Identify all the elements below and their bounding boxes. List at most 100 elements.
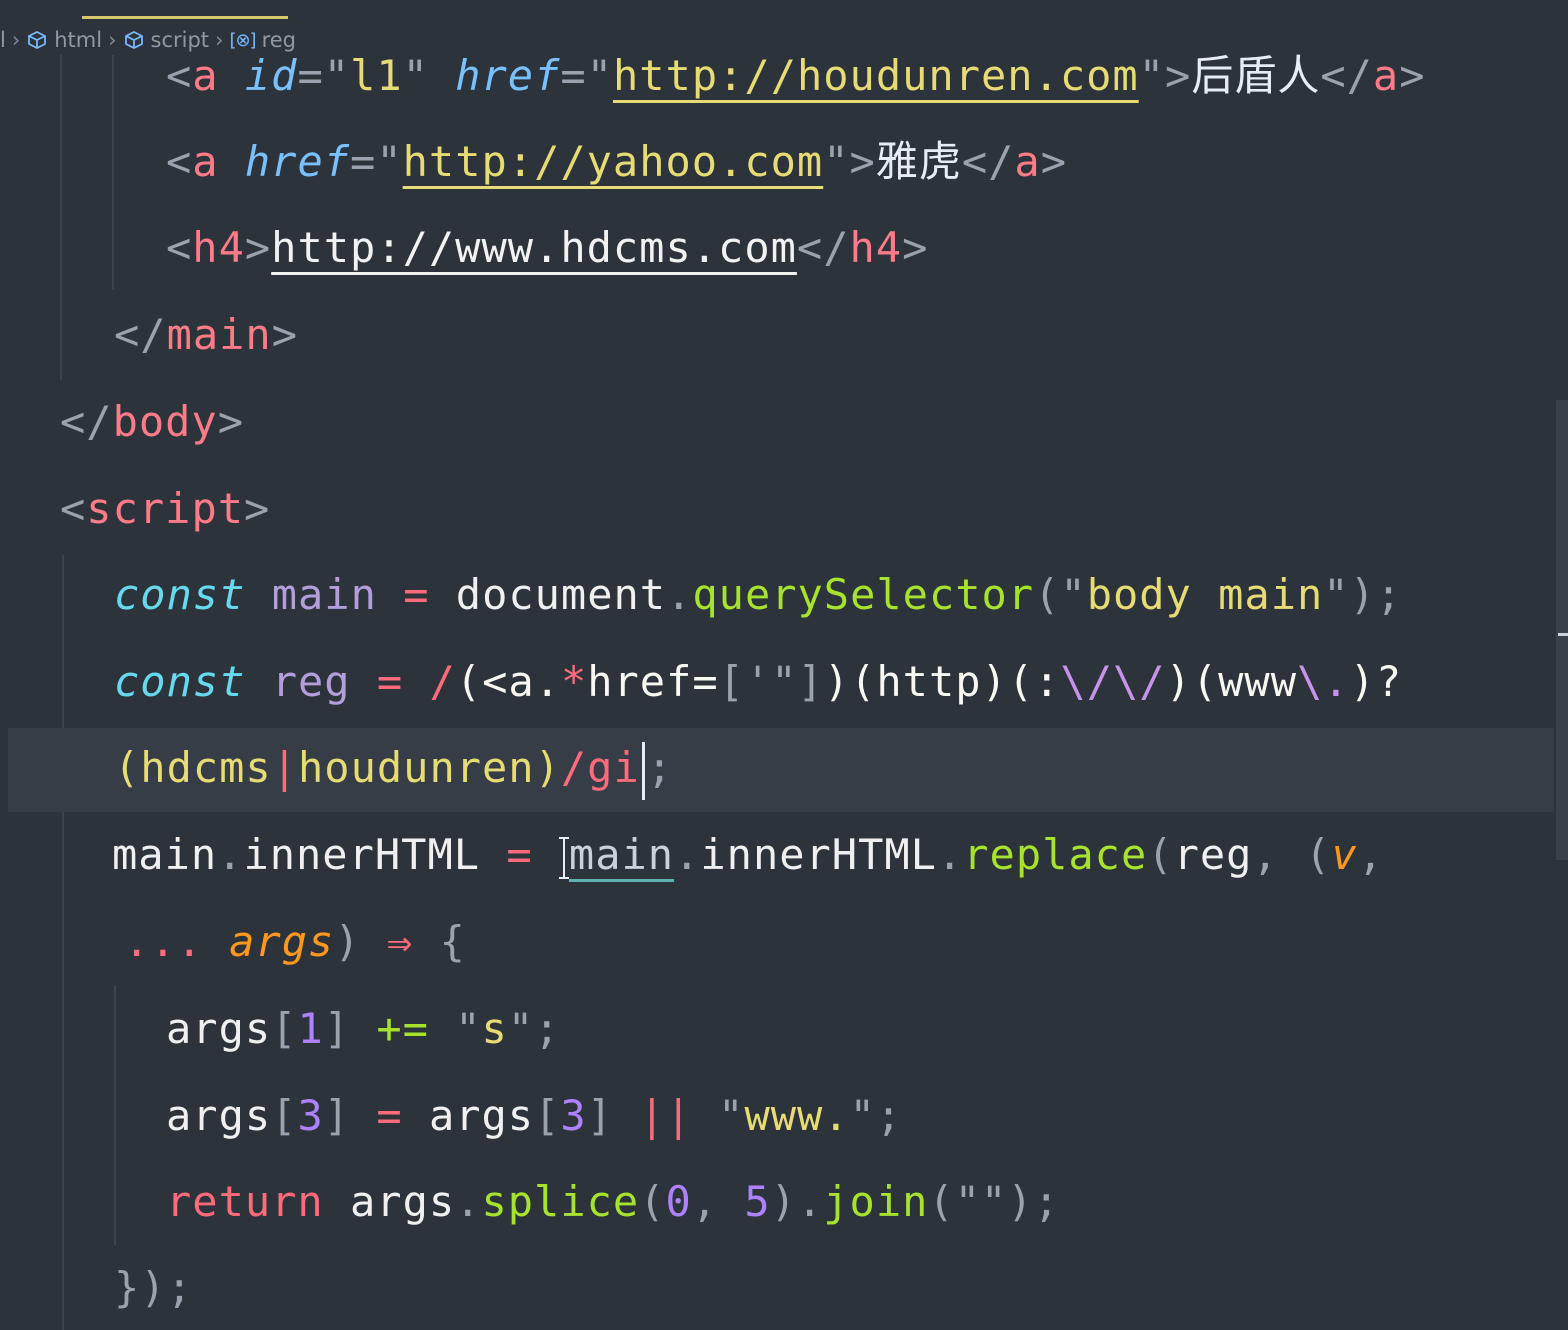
- code-line-6[interactable]: <script>: [60, 479, 270, 539]
- code-line-11[interactable]: ... args) ⇒ {: [124, 912, 466, 972]
- vertical-scrollbar[interactable]: [1556, 400, 1568, 860]
- paren: ): [1007, 1177, 1034, 1226]
- string-literal: "": [954, 1177, 1008, 1226]
- breadcrumb-root[interactable]: l: [0, 28, 6, 52]
- code-editor[interactable]: l › html › script › [⊗] reg <a id="l1" h…: [0, 0, 1568, 1330]
- paren: (: [928, 1177, 955, 1226]
- keyword: const: [114, 657, 246, 706]
- comma: ,: [1252, 830, 1279, 879]
- number: 1: [297, 1004, 324, 1053]
- tag-name: h4: [849, 223, 903, 272]
- equals: =: [560, 51, 587, 100]
- quote: ": [402, 51, 429, 100]
- code-line-4[interactable]: </main>: [114, 305, 298, 365]
- tag-bracket: >: [849, 137, 876, 186]
- property: innerHTML: [243, 830, 481, 879]
- function-name: join: [823, 1177, 929, 1226]
- variable-name: reg: [271, 657, 351, 706]
- hovered-reference[interactable]: main: [569, 830, 674, 879]
- keyword: return: [166, 1177, 324, 1226]
- string-literal: body main: [1086, 570, 1324, 619]
- url-link[interactable]: http://www.hdcms.com: [271, 223, 797, 272]
- indent-guide: [114, 985, 116, 1245]
- quote: ": [376, 137, 403, 186]
- ibeam-cursor-icon: [558, 835, 569, 881]
- regex-part: href=: [587, 657, 719, 706]
- url-link[interactable]: http://houdunren.com: [613, 51, 1139, 100]
- regex-part: (hdcms: [114, 743, 272, 792]
- attribute-name: href: [455, 51, 561, 100]
- string-literal: www.: [744, 1091, 850, 1140]
- number: 3: [560, 1091, 587, 1140]
- scrollbar-cursor-marker: [1558, 633, 1568, 636]
- code-line-13[interactable]: args[3] = args[3] || "www.";: [166, 1086, 902, 1146]
- breadcrumb-item-html[interactable]: html: [54, 28, 102, 52]
- quote: ": [823, 137, 850, 186]
- tag-bracket: <: [60, 484, 87, 533]
- operator: =: [376, 657, 404, 706]
- bracket: [: [271, 1004, 298, 1053]
- code-line-8[interactable]: const reg = /(<a.*href=['"])(http)(:\/\/…: [114, 652, 1402, 712]
- tag-bracket: >: [1040, 137, 1067, 186]
- tag-bracket: </: [1320, 51, 1373, 100]
- quote: ": [1323, 570, 1350, 619]
- identifier: args: [350, 1177, 456, 1226]
- tag-bracket: >: [217, 397, 245, 446]
- tag-name: a: [1372, 51, 1400, 100]
- code-line-15[interactable]: });: [114, 1258, 193, 1318]
- code-line-10[interactable]: main.innerHTML = main.innerHTML.replace(…: [112, 825, 1384, 885]
- link-text: 雅虎: [875, 137, 962, 186]
- paren: (: [1147, 830, 1174, 879]
- bracket: [: [534, 1091, 561, 1140]
- url-link[interactable]: http://yahoo.com: [403, 137, 824, 186]
- code-line-7[interactable]: const main = document.querySelector("bod…: [114, 565, 1402, 625]
- operator: =: [506, 830, 533, 879]
- regex-part: houdunren): [298, 743, 561, 792]
- tag-bracket: </: [114, 310, 167, 359]
- regex-part: )?: [1349, 657, 1403, 706]
- code-line-12[interactable]: args[1] += "s";: [166, 999, 560, 1059]
- element-cube-icon: [28, 30, 47, 50]
- quote: ": [586, 51, 613, 100]
- regex-part: )(http)(:: [823, 657, 1061, 706]
- tag-bracket: >: [244, 223, 272, 272]
- dot: .: [666, 570, 693, 619]
- quote: ": [1138, 51, 1166, 100]
- paren: ): [770, 1177, 797, 1226]
- closing-brackets: });: [114, 1263, 193, 1312]
- identifier: reg: [1173, 830, 1253, 879]
- code-line-2[interactable]: <a href="http://yahoo.com">雅虎</a>: [166, 132, 1067, 192]
- operator: +=: [376, 1004, 429, 1053]
- semicolon: ;: [1033, 1177, 1060, 1226]
- quote: ": [718, 1091, 745, 1140]
- chevron-right-icon: ›: [11, 28, 21, 52]
- tag-name: a: [192, 51, 219, 100]
- tag-bracket: <: [166, 51, 193, 100]
- code-line-14[interactable]: return args.splice(0, 5).join("");: [166, 1172, 1060, 1232]
- paren: ): [1349, 570, 1376, 619]
- indent-guide: [62, 555, 64, 1330]
- code-line-5[interactable]: </body>: [60, 392, 244, 452]
- tag-name: script: [86, 484, 245, 533]
- chevron-right-icon: ›: [108, 28, 117, 52]
- semicolon: ;: [875, 1091, 903, 1140]
- quote: ": [323, 51, 351, 100]
- quote: ": [849, 1091, 876, 1140]
- regex-part: (<a.: [455, 657, 561, 706]
- number: 5: [744, 1177, 771, 1226]
- function-name: splice: [481, 1177, 640, 1226]
- indent-guide: [112, 55, 114, 290]
- regex-escape: \.: [1297, 657, 1350, 706]
- code-line-1[interactable]: <a id="l1" href="http://houdunren.com">后…: [166, 46, 1426, 106]
- dot: .: [936, 830, 964, 879]
- code-line-9[interactable]: (hdcms|houdunren)/gi;: [114, 738, 673, 800]
- code-line-3[interactable]: <h4>http://www.hdcms.com</h4>: [166, 218, 928, 278]
- number: 3: [297, 1091, 324, 1140]
- dot: .: [217, 830, 244, 879]
- tag-bracket: >: [1165, 51, 1192, 100]
- identifier: document: [455, 570, 667, 619]
- paren: (: [639, 1177, 666, 1226]
- tag-name: h4: [192, 223, 245, 272]
- number: 0: [665, 1177, 692, 1226]
- property: innerHTML: [700, 830, 937, 879]
